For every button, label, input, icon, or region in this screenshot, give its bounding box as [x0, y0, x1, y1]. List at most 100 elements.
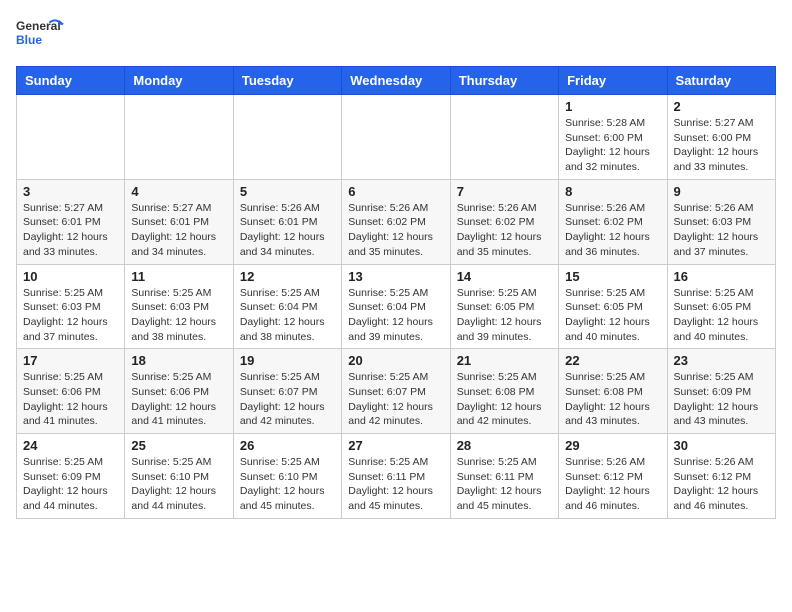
calendar-day-cell: 30 Sunrise: 5:26 AMSunset: 6:12 PMDayligh…	[667, 434, 775, 519]
day-number: 11	[131, 269, 226, 284]
day-info: Sunrise: 5:25 AMSunset: 6:04 PMDaylight:…	[348, 286, 443, 345]
day-info: Sunrise: 5:25 AMSunset: 6:03 PMDaylight:…	[23, 286, 118, 345]
day-info: Sunrise: 5:26 AMSunset: 6:02 PMDaylight:…	[457, 201, 552, 260]
day-number: 14	[457, 269, 552, 284]
weekday-header: Wednesday	[342, 67, 450, 95]
calendar-day-cell: 26Sunrise: 5:25 AMSunset: 6:10 PMDayligh…	[233, 434, 341, 519]
logo: General Blue	[16, 16, 66, 54]
calendar-week-row: 24 Sunrise: 5:25 AMSunset: 6:09 PMDayligh…	[17, 434, 776, 519]
calendar-day-cell: 14Sunrise: 5:25 AMSunset: 6:05 PMDayligh…	[450, 264, 558, 349]
day-info: Sunrise: 5:27 AMSunset: 6:01 PMDaylight:…	[131, 201, 226, 260]
day-info: Sunrise: 5:25 AMSunset: 6:05 PMDaylight:…	[565, 286, 660, 345]
day-number: 28	[457, 438, 552, 453]
calendar-day-cell: 18 Sunrise: 5:25 AMSunset: 6:06 PMDayligh…	[125, 349, 233, 434]
day-info: Sunrise: 5:25 AMSunset: 6:07 PMDaylight:…	[348, 370, 443, 429]
day-info: Sunrise: 5:25 AMSunset: 6:04 PMDaylight:…	[240, 286, 335, 345]
day-number: 9	[674, 184, 769, 199]
day-info: Sunrise: 5:25 AMSunset: 6:11 PMDaylight:…	[348, 455, 443, 514]
calendar-day-cell: 12 Sunrise: 5:25 AMSunset: 6:04 PMDayligh…	[233, 264, 341, 349]
calendar-day-cell: 28 Sunrise: 5:25 AMSunset: 6:11 PMDayligh…	[450, 434, 558, 519]
day-info: Sunrise: 5:26 AMSunset: 6:01 PMDaylight:…	[240, 201, 335, 260]
calendar-week-row: 3 Sunrise: 5:27 AMSunset: 6:01 PMDaylight…	[17, 179, 776, 264]
calendar-day-cell: 1Sunrise: 5:28 AMSunset: 6:00 PMDaylight…	[559, 95, 667, 180]
calendar-day-cell: 29 Sunrise: 5:26 AMSunset: 6:12 PMDayligh…	[559, 434, 667, 519]
calendar-day-cell	[342, 95, 450, 180]
calendar-day-cell: 22 Sunrise: 5:25 AMSunset: 6:08 PMDayligh…	[559, 349, 667, 434]
day-number: 8	[565, 184, 660, 199]
calendar-day-cell: 20 Sunrise: 5:25 AMSunset: 6:07 PMDayligh…	[342, 349, 450, 434]
calendar-day-cell: 3Sunrise: 5:27 AMSunset: 6:01 PMDaylight…	[17, 179, 125, 264]
day-number: 21	[457, 353, 552, 368]
day-number: 24	[23, 438, 118, 453]
day-number: 1	[565, 99, 660, 114]
day-info: Sunrise: 5:25 AMSunset: 6:09 PMDaylight:…	[674, 370, 769, 429]
calendar-day-cell	[125, 95, 233, 180]
calendar-header-row: SundayMondayTuesdayWednesdayThursdayFrid…	[17, 67, 776, 95]
calendar-day-cell: 11 Sunrise: 5:25 AMSunset: 6:03 PMDayligh…	[125, 264, 233, 349]
calendar-table: SundayMondayTuesdayWednesdayThursdayFrid…	[16, 66, 776, 519]
day-info: Sunrise: 5:25 AMSunset: 6:11 PMDaylight:…	[457, 455, 552, 514]
calendar-day-cell	[17, 95, 125, 180]
day-number: 2	[674, 99, 769, 114]
day-info: Sunrise: 5:25 AMSunset: 6:10 PMDaylight:…	[131, 455, 226, 514]
weekday-header: Thursday	[450, 67, 558, 95]
day-number: 4	[131, 184, 226, 199]
day-info: Sunrise: 5:25 AMSunset: 6:06 PMDaylight:…	[131, 370, 226, 429]
weekday-header: Friday	[559, 67, 667, 95]
calendar-day-cell: 5Sunrise: 5:26 AMSunset: 6:01 PMDaylight…	[233, 179, 341, 264]
day-number: 15	[565, 269, 660, 284]
calendar-day-cell: 27 Sunrise: 5:25 AMSunset: 6:11 PMDayligh…	[342, 434, 450, 519]
weekday-header: Saturday	[667, 67, 775, 95]
day-number: 29	[565, 438, 660, 453]
calendar-day-cell: 13 Sunrise: 5:25 AMSunset: 6:04 PMDayligh…	[342, 264, 450, 349]
day-info: Sunrise: 5:26 AMSunset: 6:02 PMDaylight:…	[565, 201, 660, 260]
calendar-day-cell: 8 Sunrise: 5:26 AMSunset: 6:02 PMDaylight…	[559, 179, 667, 264]
day-info: Sunrise: 5:27 AMSunset: 6:00 PMDaylight:…	[674, 116, 769, 175]
day-info: Sunrise: 5:25 AMSunset: 6:05 PMDaylight:…	[674, 286, 769, 345]
day-number: 13	[348, 269, 443, 284]
weekday-header: Monday	[125, 67, 233, 95]
logo-svg: General Blue	[16, 16, 66, 54]
day-info: Sunrise: 5:25 AMSunset: 6:08 PMDaylight:…	[457, 370, 552, 429]
calendar-week-row: 17 Sunrise: 5:25 AMSunset: 6:06 PMDayligh…	[17, 349, 776, 434]
day-info: Sunrise: 5:26 AMSunset: 6:12 PMDaylight:…	[674, 455, 769, 514]
day-number: 27	[348, 438, 443, 453]
day-info: Sunrise: 5:25 AMSunset: 6:08 PMDaylight:…	[565, 370, 660, 429]
calendar-day-cell: 2 Sunrise: 5:27 AMSunset: 6:00 PMDaylight…	[667, 95, 775, 180]
weekday-header: Tuesday	[233, 67, 341, 95]
calendar-day-cell: 7Sunrise: 5:26 AMSunset: 6:02 PMDaylight…	[450, 179, 558, 264]
calendar-day-cell: 24 Sunrise: 5:25 AMSunset: 6:09 PMDayligh…	[17, 434, 125, 519]
calendar-week-row: 1Sunrise: 5:28 AMSunset: 6:00 PMDaylight…	[17, 95, 776, 180]
calendar-day-cell: 23 Sunrise: 5:25 AMSunset: 6:09 PMDayligh…	[667, 349, 775, 434]
calendar-day-cell: 21 Sunrise: 5:25 AMSunset: 6:08 PMDayligh…	[450, 349, 558, 434]
day-number: 17	[23, 353, 118, 368]
day-info: Sunrise: 5:26 AMSunset: 6:03 PMDaylight:…	[674, 201, 769, 260]
calendar-day-cell	[233, 95, 341, 180]
calendar-day-cell: 9 Sunrise: 5:26 AMSunset: 6:03 PMDaylight…	[667, 179, 775, 264]
day-number: 20	[348, 353, 443, 368]
calendar-day-cell	[450, 95, 558, 180]
day-number: 3	[23, 184, 118, 199]
day-number: 23	[674, 353, 769, 368]
day-number: 16	[674, 269, 769, 284]
calendar-day-cell: 6 Sunrise: 5:26 AMSunset: 6:02 PMDaylight…	[342, 179, 450, 264]
day-number: 25	[131, 438, 226, 453]
day-info: Sunrise: 5:25 AMSunset: 6:07 PMDaylight:…	[240, 370, 335, 429]
day-number: 18	[131, 353, 226, 368]
day-number: 22	[565, 353, 660, 368]
day-number: 6	[348, 184, 443, 199]
calendar-day-cell: 25 Sunrise: 5:25 AMSunset: 6:10 PMDayligh…	[125, 434, 233, 519]
day-number: 30	[674, 438, 769, 453]
day-info: Sunrise: 5:25 AMSunset: 6:09 PMDaylight:…	[23, 455, 118, 514]
day-number: 19	[240, 353, 335, 368]
calendar-day-cell: 17Sunrise: 5:25 AMSunset: 6:06 PMDayligh…	[17, 349, 125, 434]
calendar-day-cell: 4 Sunrise: 5:27 AMSunset: 6:01 PMDaylight…	[125, 179, 233, 264]
day-info: Sunrise: 5:25 AMSunset: 6:03 PMDaylight:…	[131, 286, 226, 345]
day-info: Sunrise: 5:25 AMSunset: 6:10 PMDaylight:…	[240, 455, 335, 514]
day-info: Sunrise: 5:26 AMSunset: 6:02 PMDaylight:…	[348, 201, 443, 260]
day-number: 12	[240, 269, 335, 284]
calendar-day-cell: 10Sunrise: 5:25 AMSunset: 6:03 PMDayligh…	[17, 264, 125, 349]
day-info: Sunrise: 5:26 AMSunset: 6:12 PMDaylight:…	[565, 455, 660, 514]
svg-text:Blue: Blue	[16, 33, 42, 47]
page-header: General Blue	[16, 16, 776, 54]
